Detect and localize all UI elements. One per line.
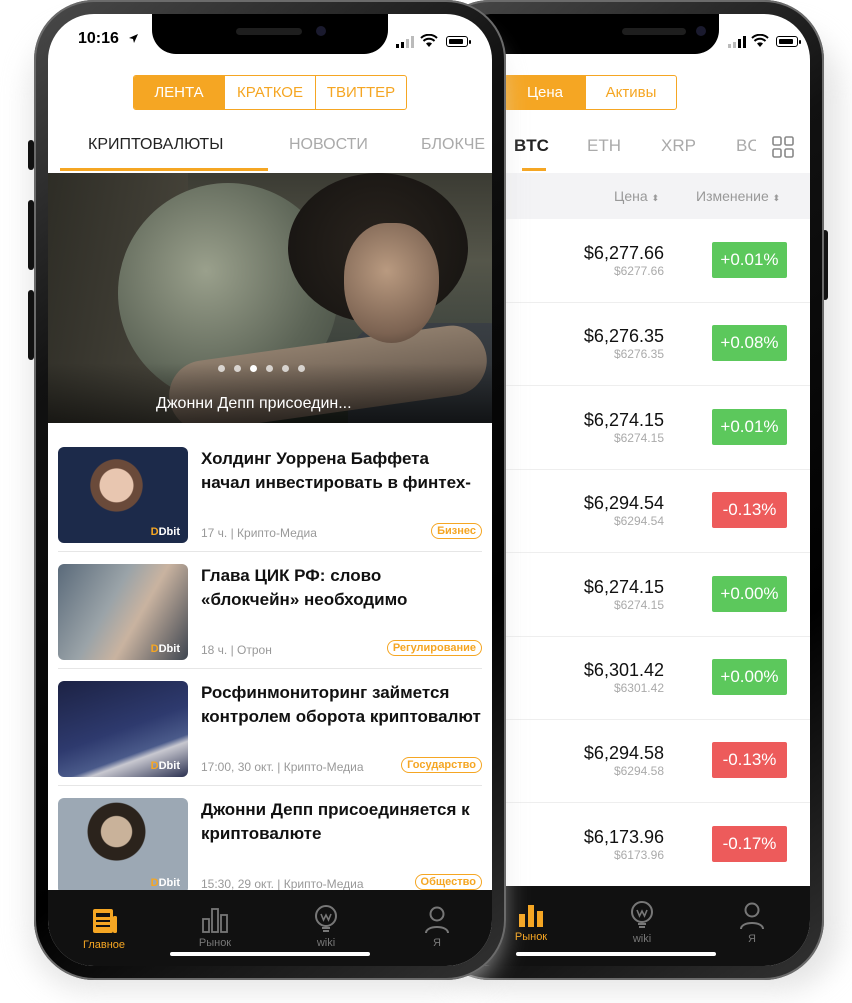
row-price-raw: $6294.54	[613, 514, 664, 529]
change-column-header[interactable]: Изменение ⬍	[696, 188, 780, 204]
row-price-raw: $6274.15	[613, 430, 664, 445]
wifi-icon	[751, 34, 769, 47]
tab-crypto[interactable]: КРИПТОВАЛЮТЫ	[88, 136, 223, 154]
segment-assets[interactable]: Активы	[586, 76, 676, 109]
tab-blockchain[interactable]: БЛОКЧЕ	[421, 136, 485, 154]
tab-xrp[interactable]: XRP	[661, 136, 696, 156]
news-title: Джонни Депп присоединяется к криптовалют…	[201, 800, 470, 843]
battery-icon	[776, 36, 801, 47]
tabbar-market[interactable]: Рынок	[506, 902, 556, 943]
bar-chart-icon	[519, 905, 543, 927]
row-price: $6,173.96	[583, 826, 664, 847]
news-meta: 17:00, 30 окт. | Крипто-Медиа	[201, 760, 364, 774]
home-indicator	[170, 952, 370, 956]
news-meta: 17 ч. | Крипто-Медиа	[201, 526, 317, 540]
tab-btc[interactable]: BTC	[514, 136, 549, 156]
tabbar-wiki[interactable]: wiki	[617, 900, 667, 945]
tabbar-me[interactable]: Я	[727, 902, 777, 945]
tabbar-wiki[interactable]: wiki	[300, 904, 352, 949]
carousel-dots[interactable]	[218, 365, 305, 372]
row-change-badge: -0.13%	[712, 492, 787, 529]
news-meta: 15:30, 29 окт. | Крипто-Медиа	[201, 877, 364, 891]
tab-news[interactable]: НОВОСТИ	[289, 136, 368, 154]
row-change-badge: +0.00%	[712, 575, 787, 612]
user-icon	[740, 902, 764, 930]
tab-active-indicator	[60, 168, 268, 171]
row-price-raw: $6274.15	[613, 597, 664, 612]
row-price: $6,294.58	[583, 743, 664, 764]
news-thumbnail: DDbit	[58, 564, 188, 660]
news-thumbnail: DDbit	[58, 447, 188, 543]
row-price: $6,301.42	[583, 660, 664, 680]
bar-chart-icon	[202, 908, 228, 933]
row-price-raw: $6277.66	[613, 264, 664, 278]
news-title: Глава ЦИК РФ: слово «блокчейн» необходим…	[201, 566, 408, 609]
user-icon	[425, 906, 449, 934]
row-change-badge: +0.00%	[712, 659, 787, 695]
tabbar-home[interactable]: Главное	[78, 906, 130, 951]
row-price: $6,294.54	[583, 493, 664, 514]
left-phone-frame: 10:16 ЛЕНТА КРАТКОЕ ТВИТТЕР КРИПТОВАЛЮТЫ…	[34, 0, 506, 980]
row-change-badge: -0.17%	[712, 825, 787, 862]
row-price-raw: $6294.58	[613, 764, 664, 779]
row-price-raw: $6276.35	[613, 347, 664, 362]
news-thumbnail: DDbit	[58, 681, 188, 777]
wifi-icon	[420, 34, 438, 47]
news-meta: 18 ч. | Отрон	[201, 643, 272, 657]
news-item[interactable]: DDbit Джонни Депп присоединяется к крипт…	[48, 786, 492, 898]
news-category-badge[interactable]: Бизнес	[431, 523, 482, 539]
row-price-raw: $6173.96	[613, 847, 664, 862]
category-tabs: КРИПТОВАЛЮТЫ НОВОСТИ БЛОКЧЕ	[48, 136, 492, 160]
hero-caption: Джонни Депп присоедин...	[156, 395, 352, 412]
news-screen: 10:16 ЛЕНТА КРАТКОЕ ТВИТТЕР КРИПТОВАЛЮТЫ…	[48, 14, 492, 966]
row-change-badge: +0.01%	[712, 242, 787, 278]
segment-twitter[interactable]: ТВИТТЕР	[316, 76, 406, 109]
grid-view-icon[interactable]	[772, 136, 794, 158]
lightbulb-icon	[315, 905, 337, 932]
signal-icon	[396, 36, 414, 48]
news-category-badge[interactable]: Регулирование	[386, 640, 482, 656]
feed-segmented-control: ЛЕНТА КРАТКОЕ ТВИТТЕР	[133, 75, 407, 110]
tab-eth[interactable]: ETH	[587, 136, 621, 156]
row-price: $6,274.15	[583, 409, 664, 430]
segment-brief[interactable]: КРАТКОЕ	[225, 76, 316, 109]
dbit-logo: DDbit	[150, 760, 180, 772]
price-column-header[interactable]: Цена ⬍	[614, 188, 659, 204]
row-price-raw: $6301.42	[613, 681, 664, 695]
news-category-badge[interactable]: Общество	[414, 874, 482, 890]
battery-icon	[446, 36, 471, 47]
row-change-badge: -0.13%	[712, 742, 787, 779]
news-category-badge[interactable]: Государство	[401, 757, 482, 773]
dbit-logo: DDbit	[150, 643, 180, 655]
news-item[interactable]: DDbit Глава ЦИК РФ: слово «блокчейн» нео…	[48, 552, 492, 669]
signal-icon	[728, 36, 746, 48]
segment-feed[interactable]: ЛЕНТА	[134, 76, 225, 109]
main-tab-bar: Главное Рынок wiki Я	[48, 890, 492, 966]
row-price: $6,277.66	[583, 243, 664, 263]
home-indicator	[516, 952, 716, 956]
newspaper-icon	[93, 909, 117, 933]
dbit-logo: DDbit	[150, 526, 180, 538]
dbit-logo: DDbit	[150, 877, 180, 889]
segment-price[interactable]: Цена	[505, 76, 586, 109]
row-change-badge: +0.01%	[712, 408, 787, 445]
news-item[interactable]: DDbit Холдинг Уоррена Баффета начал инве…	[48, 435, 492, 552]
tabbar-me[interactable]: Я	[411, 906, 463, 949]
row-price: $6,274.15	[583, 576, 664, 597]
tab-active-indicator	[522, 168, 546, 171]
news-thumbnail: DDbit	[58, 798, 188, 894]
hero-banner[interactable]: Джонни Депп присоедин...	[48, 173, 492, 423]
news-item[interactable]: DDbit Росфинмониторинг займется контроле…	[48, 669, 492, 786]
status-time: 10:16	[78, 30, 119, 47]
tabbar-market[interactable]: Рынок	[189, 906, 241, 949]
row-price: $6,276.35	[583, 326, 664, 347]
row-change-badge: +0.08%	[712, 325, 787, 362]
news-title: Холдинг Уоррена Баффета начал инвестиров…	[201, 449, 471, 492]
news-title: Росфинмониторинг займется контролем обор…	[201, 683, 481, 726]
location-arrow-icon	[129, 34, 138, 43]
market-segmented-control: Цена Активы	[504, 75, 677, 110]
lightbulb-icon	[631, 901, 653, 928]
